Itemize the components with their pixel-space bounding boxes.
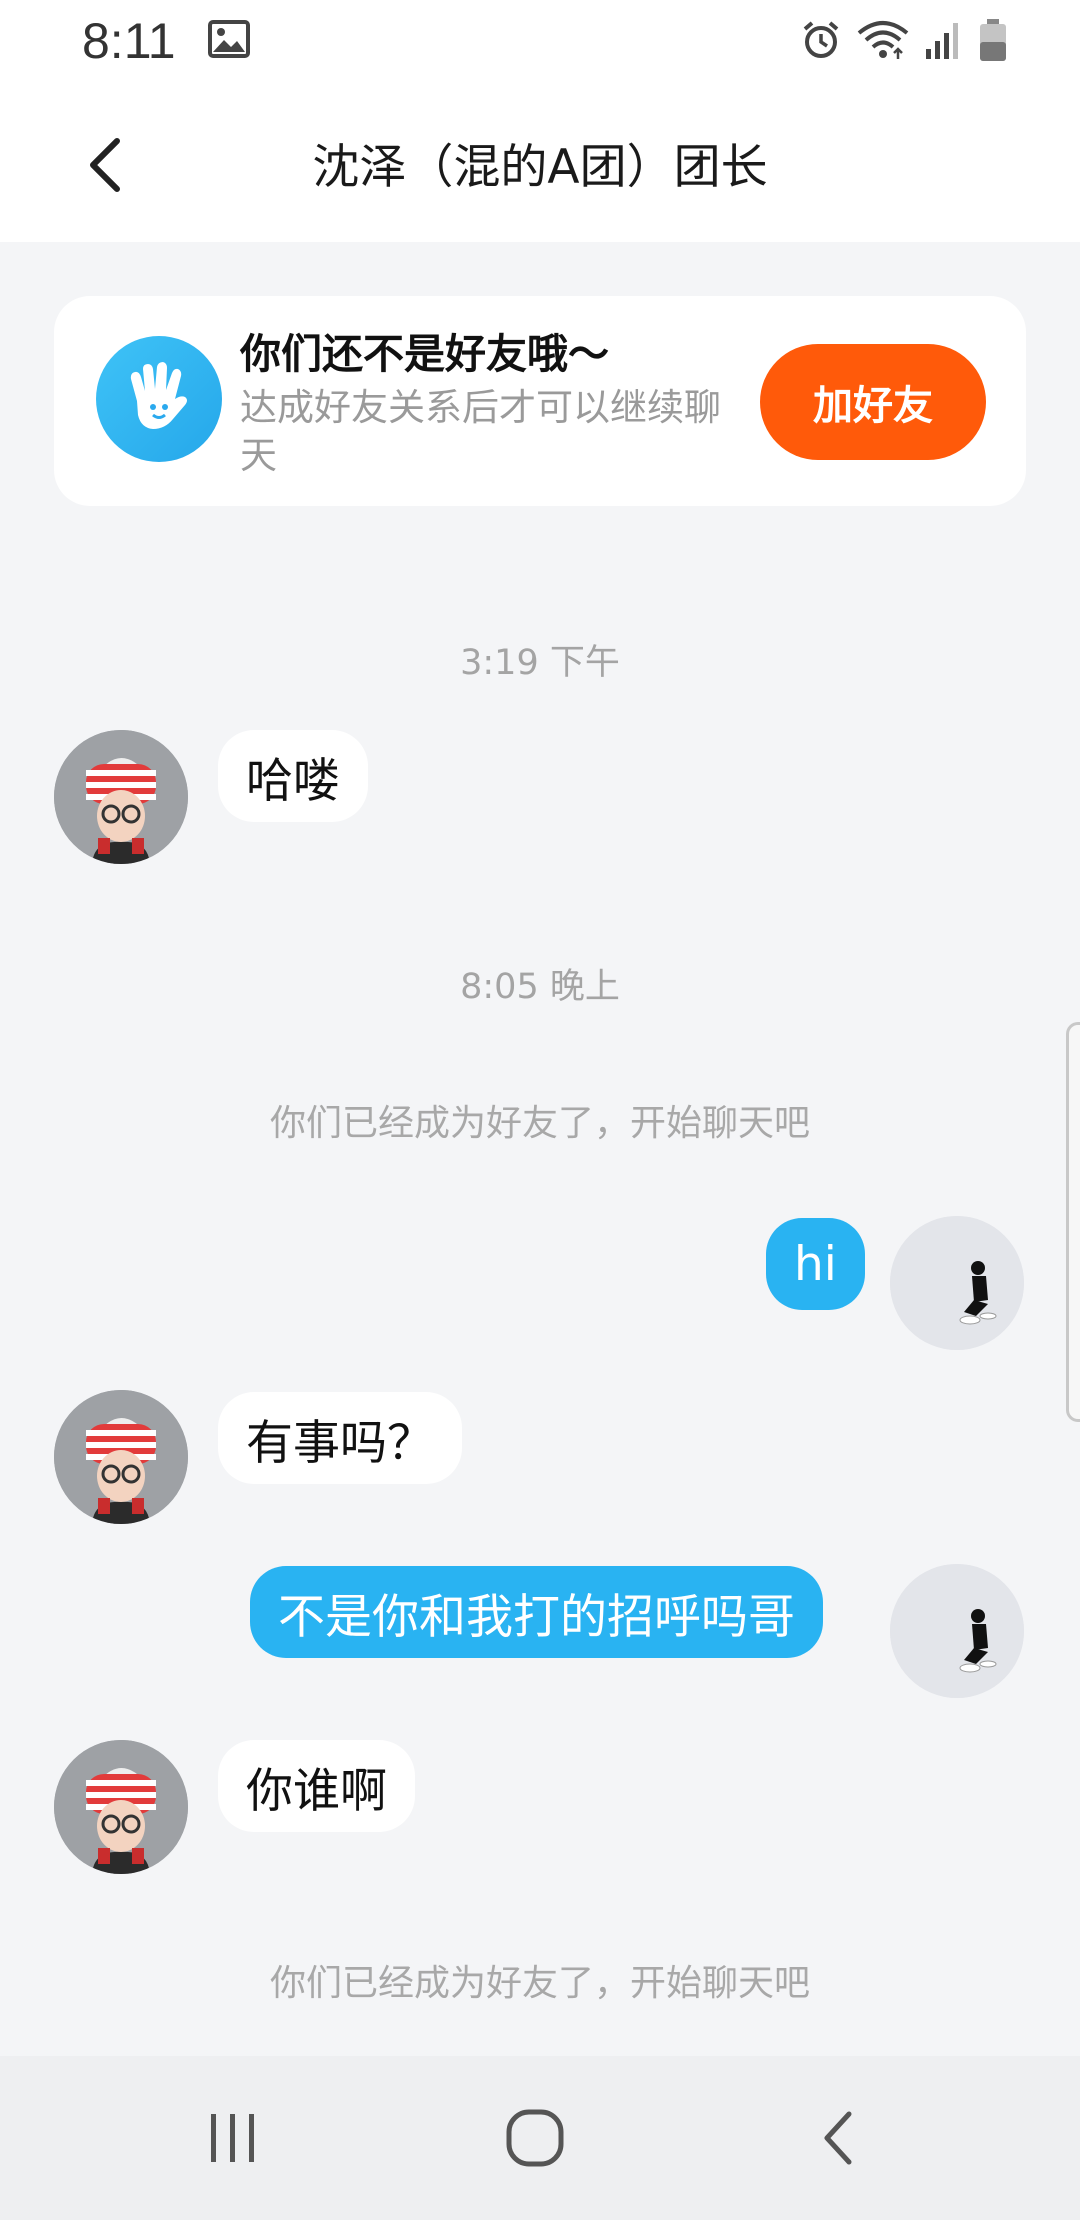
friend-prompt-title: 你们还不是好友哦～ (240, 330, 609, 378)
timestamp: 3:19 下午 (460, 643, 620, 683)
home-button[interactable] (490, 2106, 580, 2170)
alarm-icon (803, 21, 839, 58)
status-bar: 8:11 (0, 0, 1080, 84)
friend-prompt-card: 你们还不是好友哦～ 达成好友关系后才可以继续聊天 加好友 (54, 296, 1026, 506)
page-title: 沈泽（混的A团）团长 (312, 140, 768, 195)
system-note: 你们已经成为好友了，开始聊天吧 (269, 1963, 810, 2004)
system-note: 你们已经成为好友了，开始聊天吧 (269, 1103, 810, 1144)
message-bubble-incoming[interactable]: 哈喽 (218, 730, 368, 822)
wifi-icon (857, 21, 909, 59)
self-avatar[interactable] (890, 1564, 1024, 1698)
self-avatar[interactable] (890, 1216, 1024, 1350)
chat-header: 沈泽（混的A团）团长 (0, 84, 1080, 242)
message-bubble-outgoing[interactable]: hi (766, 1218, 865, 1310)
timestamp: 8:05 晚上 (460, 967, 620, 1007)
status-icons (800, 18, 1008, 62)
peer-avatar[interactable] (54, 730, 188, 864)
peer-avatar[interactable] (54, 1740, 188, 1874)
recent-apps-icon (211, 2114, 254, 2162)
message-bubble-incoming[interactable]: 有事吗？ (218, 1392, 462, 1484)
signal-icon (926, 23, 958, 59)
image-icon (208, 20, 250, 58)
message-bubble-outgoing[interactable]: 不是你和我打的招呼吗哥 (250, 1566, 823, 1658)
system-back-button[interactable] (794, 2106, 884, 2170)
home-icon (506, 2109, 564, 2167)
message-bubble-incoming[interactable]: 你谁啊 (218, 1740, 415, 1832)
friend-prompt-subtitle: 达成好友关系后才可以继续聊天 (240, 386, 721, 477)
peer-avatar[interactable] (54, 1390, 188, 1524)
add-friend-button[interactable]: 加好友 (760, 344, 986, 460)
waving-hand-icon (96, 336, 222, 462)
status-time: 8:11 (82, 13, 176, 69)
battery-icon (980, 19, 1006, 61)
recent-apps-button[interactable] (188, 2106, 278, 2170)
system-navigation-bar (0, 2056, 1080, 2220)
scroll-handle[interactable] (1066, 1022, 1080, 1422)
back-icon (824, 2111, 852, 2165)
